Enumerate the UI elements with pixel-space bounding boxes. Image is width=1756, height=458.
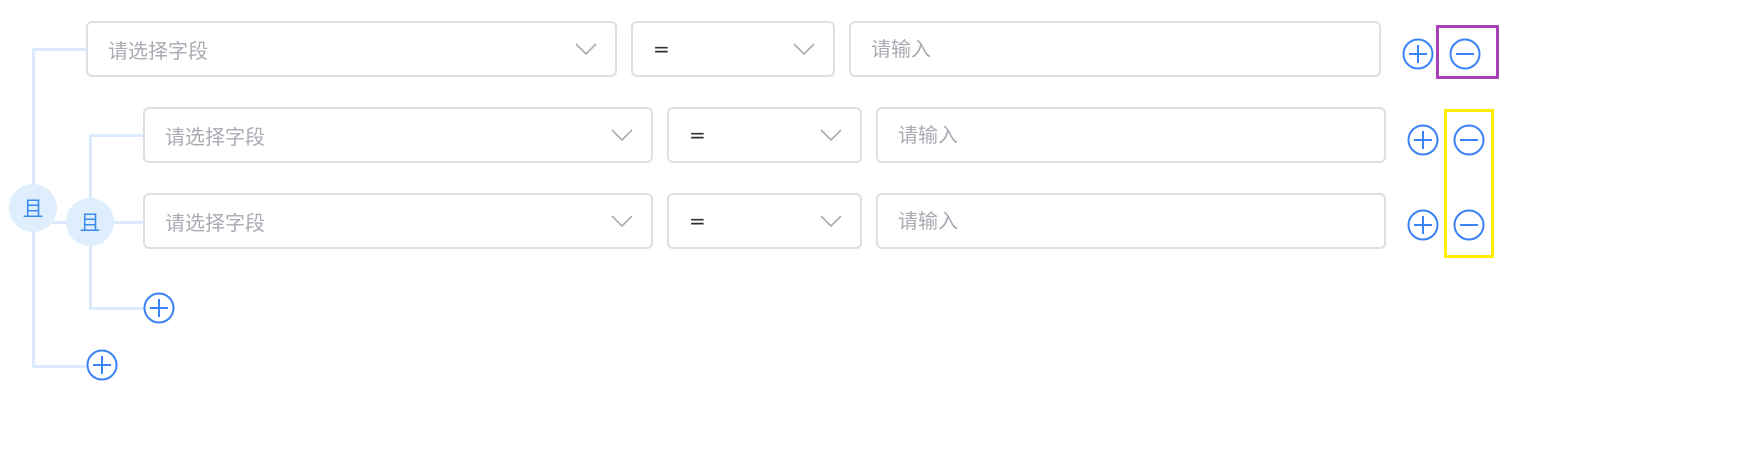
- operator-value: =: [653, 37, 670, 61]
- subgroup-connector-branch-1: [89, 134, 145, 137]
- root-connector-branch-1: [32, 48, 88, 51]
- highlight-box-yellow: [1444, 109, 1494, 258]
- field-select[interactable]: 请选择字段: [86, 21, 617, 77]
- plus-circle-icon: [1407, 209, 1439, 241]
- add-subgroup-condition-button[interactable]: [143, 292, 175, 324]
- operator-select[interactable]: =: [631, 21, 835, 77]
- root-logic-toggle[interactable]: 且: [9, 184, 57, 232]
- value-input[interactable]: [876, 193, 1386, 249]
- plus-circle-icon: [1407, 124, 1439, 156]
- operator-select[interactable]: =: [667, 193, 862, 249]
- value-input[interactable]: [876, 107, 1386, 163]
- subgroup-logic-toggle[interactable]: 且: [66, 198, 114, 246]
- chevron-down-icon: [793, 43, 815, 55]
- field-select[interactable]: 请选择字段: [143, 107, 653, 163]
- chevron-down-icon: [820, 215, 842, 227]
- root-connector-branch-add: [32, 365, 88, 368]
- field-select-placeholder: 请选择字段: [165, 124, 265, 149]
- operator-value: =: [689, 209, 706, 233]
- field-select-placeholder: 请选择字段: [108, 38, 208, 63]
- chevron-down-icon: [611, 215, 633, 227]
- value-input[interactable]: [849, 21, 1381, 77]
- plus-circle-icon: [86, 349, 118, 381]
- operator-value: =: [689, 123, 706, 147]
- chevron-down-icon: [611, 129, 633, 141]
- chevron-down-icon: [820, 129, 842, 141]
- field-select-placeholder: 请选择字段: [165, 210, 265, 235]
- add-condition-button[interactable]: [1407, 124, 1439, 156]
- chevron-down-icon: [575, 43, 597, 55]
- plus-circle-icon: [1402, 38, 1434, 70]
- operator-select[interactable]: =: [667, 107, 862, 163]
- add-root-condition-button[interactable]: [86, 349, 118, 381]
- plus-circle-icon: [143, 292, 175, 324]
- add-condition-button[interactable]: [1402, 38, 1434, 70]
- condition-builder: 且 且 请选择字段 = 请选择字段 = 请选择字段 =: [0, 0, 1756, 458]
- subgroup-connector-branch-add: [89, 307, 145, 310]
- field-select[interactable]: 请选择字段: [143, 193, 653, 249]
- highlight-box-purple: [1436, 25, 1499, 79]
- add-condition-button[interactable]: [1407, 209, 1439, 241]
